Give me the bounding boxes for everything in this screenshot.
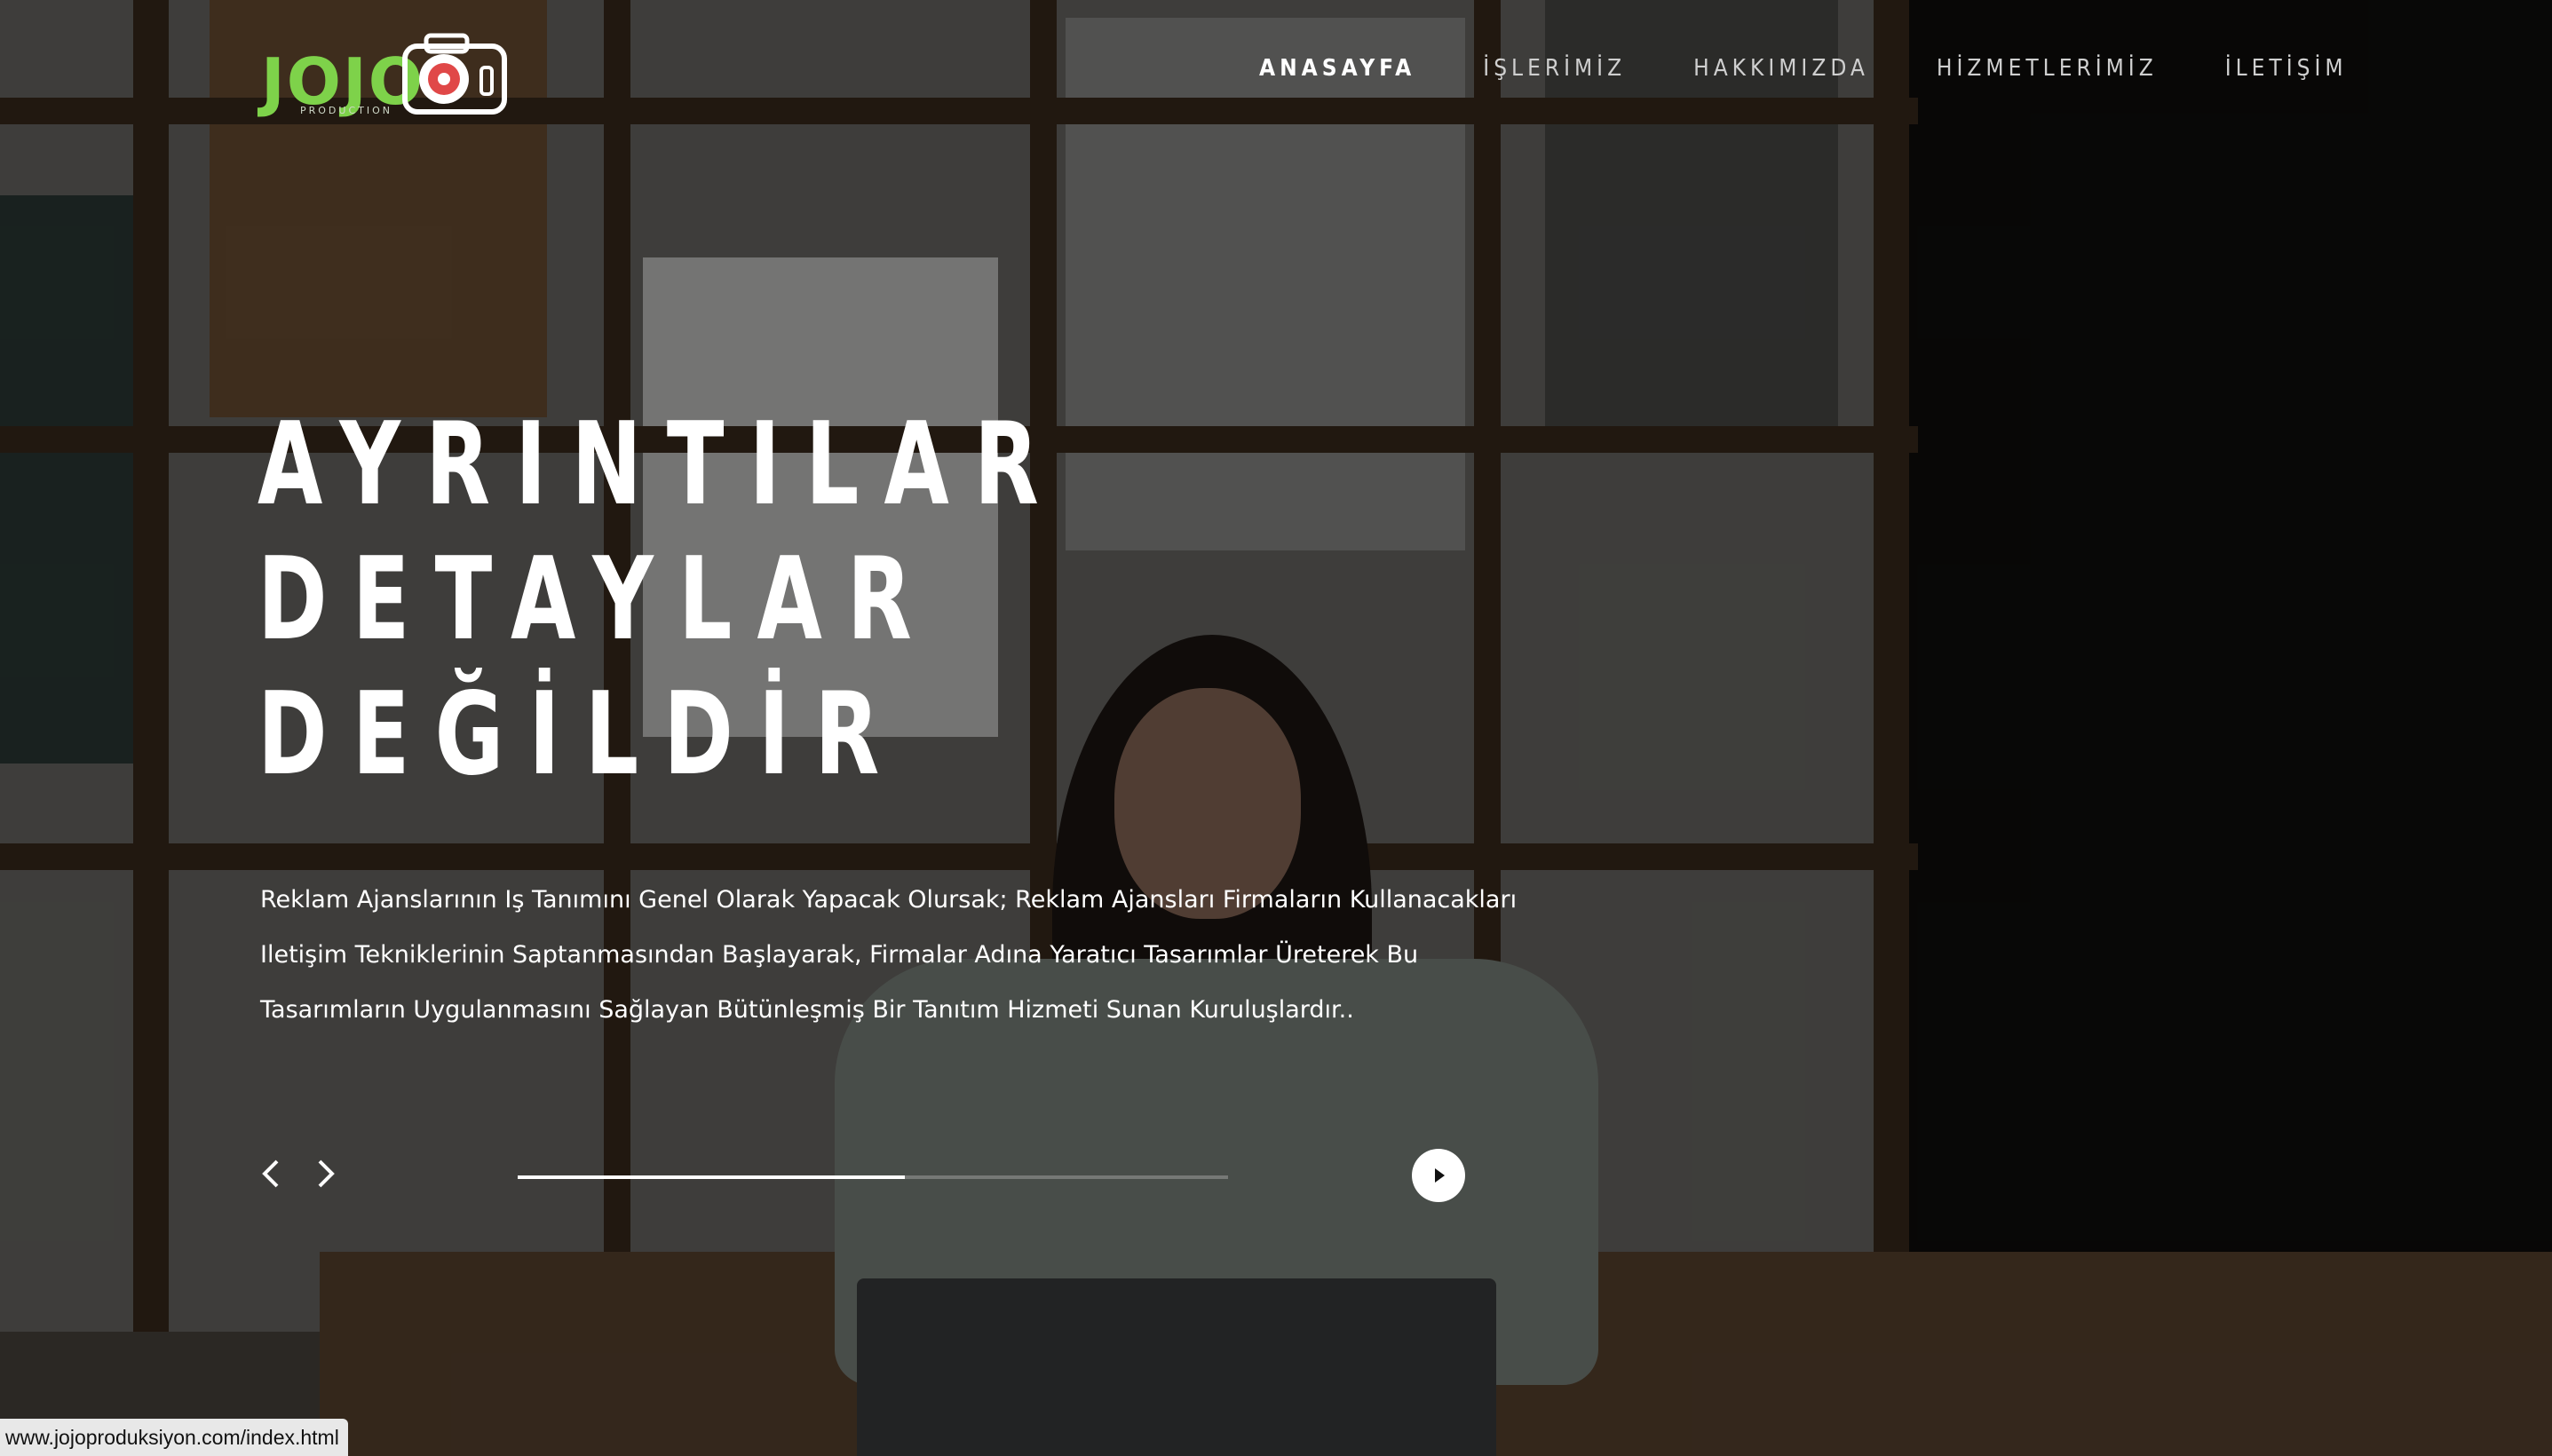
slider-progress-bar xyxy=(518,1175,1228,1179)
main-nav: ANASAYFA İŞLERİMİZ HAKKIMIZDA HİZMETLERİ… xyxy=(1259,55,2415,94)
nav-item-anasayfa[interactable]: ANASAYFA xyxy=(1259,55,1415,94)
chevron-left-icon xyxy=(262,1159,279,1188)
headline-line-1: AYRINTILAR xyxy=(258,399,1064,531)
nav-item-hakkimizda[interactable]: HAKKIMIZDA xyxy=(1693,55,1869,94)
headline-line-2: DETAYLAR xyxy=(258,534,937,666)
slider-progress-fill xyxy=(518,1175,905,1179)
logo-subtitle: PRODUCTION xyxy=(300,105,392,116)
play-icon xyxy=(1435,1168,1445,1183)
chevron-right-icon xyxy=(318,1159,335,1188)
hero-headline: AYRINTILAR DETAYLAR DEĞİLDİR xyxy=(258,398,1064,803)
nav-item-iletisim[interactable]: İLETİŞİM xyxy=(2225,55,2348,94)
hero-description: Reklam Ajanslarının Iş Tanımını Genel Ol… xyxy=(260,873,1521,1038)
browser-status-url: www.jojoproduksiyon.com/index.html xyxy=(0,1419,348,1456)
headline-line-3: DEĞİLDİR xyxy=(258,669,905,801)
description-line-3: Tasarımların Uygulanmasını Sağlayan Bütü… xyxy=(260,996,1354,1024)
nav-item-hizmetlerimiz[interactable]: HİZMETLERİMİZ xyxy=(1937,55,2158,94)
description-line-1: Reklam Ajanslarının Iş Tanımını Genel Ol… xyxy=(260,886,1518,914)
nav-item-islerimiz[interactable]: İŞLERİMİZ xyxy=(1483,55,1626,94)
slider-prev-button[interactable] xyxy=(252,1154,291,1193)
slider-play-button[interactable] xyxy=(1412,1149,1465,1202)
camera-icon xyxy=(402,33,507,115)
logo[interactable]: JOJO PRODUCTION xyxy=(258,32,511,119)
description-line-2: Iletişim Tekniklerinin Saptanmasından Ba… xyxy=(260,941,1419,969)
slider-next-button[interactable] xyxy=(305,1154,345,1193)
